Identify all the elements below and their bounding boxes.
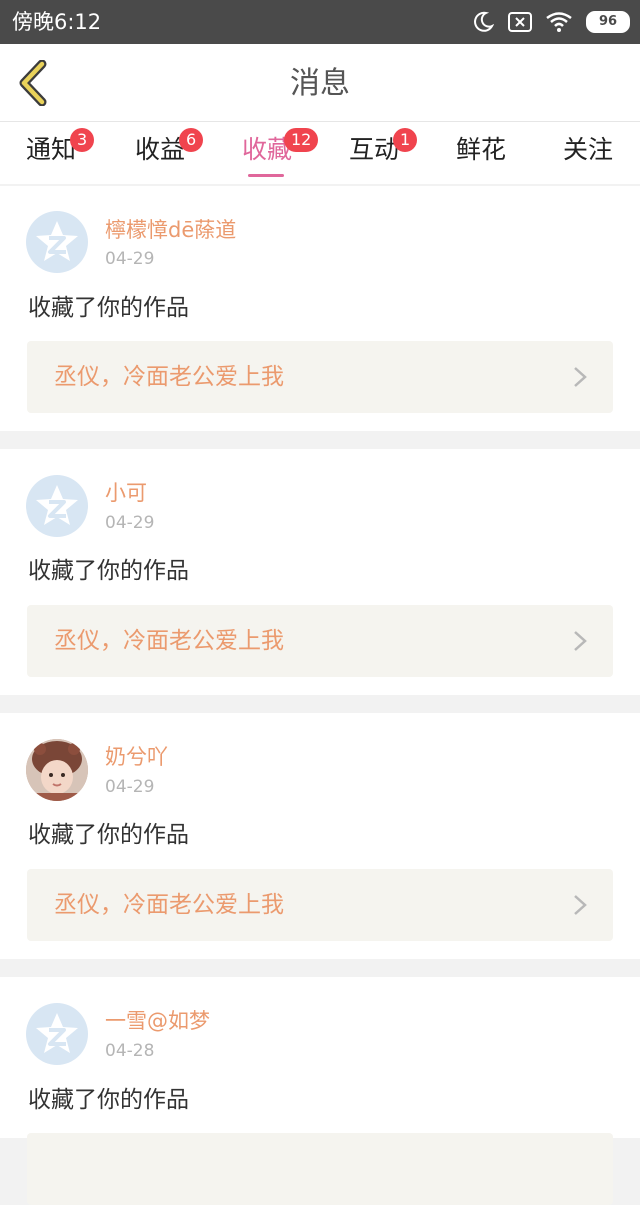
status-time: 傍晚6:12	[12, 10, 102, 34]
default-avatar-icon[interactable]	[26, 1003, 88, 1065]
message-card: 小可 04-29 收藏了你的作品 丞仪，冷面老公爱上我	[0, 449, 640, 695]
tab-active-indicator	[248, 174, 284, 177]
user-name[interactable]: 一雪@如梦	[105, 1008, 210, 1034]
status-icons: 96	[472, 9, 630, 35]
message-text: 收藏了你的作品	[28, 822, 189, 848]
tab-notifications[interactable]: 通知 3	[26, 128, 95, 184]
tab-badge: 6	[179, 128, 204, 152]
tab-label: 互动	[349, 135, 400, 164]
header: 消息	[0, 44, 640, 122]
user-name[interactable]: 小可	[105, 480, 147, 506]
star-avatar-graphic	[36, 221, 78, 261]
message-text: 收藏了你的作品	[28, 295, 189, 321]
message-date: 04-29	[105, 513, 155, 533]
user-name[interactable]: 奶兮吖	[105, 744, 168, 770]
message-date: 04-29	[105, 249, 155, 269]
tab-label: 鲜花	[456, 135, 507, 164]
work-title: 丞仪，冷面老公爱上我	[54, 892, 284, 918]
message-text: 收藏了你的作品	[28, 1087, 189, 1113]
message-date: 04-28	[105, 1041, 155, 1061]
work-link[interactable]: 丞仪，冷面老公爱上我	[27, 605, 613, 677]
battery-icon: 96	[586, 11, 630, 33]
tab-favorites[interactable]: 收藏 12	[242, 128, 319, 184]
chevron-right-icon	[574, 895, 587, 915]
status-bar: 傍晚6:12 96	[0, 0, 640, 44]
chevron-right-icon	[574, 631, 587, 651]
wifi-icon	[546, 12, 572, 32]
tab-label: 通知	[26, 135, 77, 164]
tab-flowers[interactable]: 鲜花	[456, 134, 506, 184]
message-text: 收藏了你的作品	[28, 558, 189, 584]
photo-avatar-graphic	[26, 739, 88, 801]
tab-badge: 12	[284, 128, 319, 152]
work-link[interactable]: 丞仪，冷面老公爱上我	[27, 869, 613, 941]
battery-level: 96	[598, 14, 618, 29]
work-title: 丞仪，冷面老公爱上我	[54, 364, 284, 390]
message-date: 04-29	[105, 777, 155, 797]
message-card: 一雪@如梦 04-28 收藏了你的作品	[0, 977, 640, 1205]
tab-badge: 3	[70, 128, 95, 152]
tab-bar: 通知 3 收益 6 收藏 12 互动 1 鲜花 关注	[0, 122, 640, 184]
page-title: 消息	[290, 66, 350, 101]
star-avatar-graphic	[36, 1013, 78, 1053]
tab-label: 收益	[135, 135, 186, 164]
message-card: 奶兮吖 04-29 收藏了你的作品 丞仪，冷面老公爱上我	[0, 713, 640, 959]
message-card: 檸檬慞dē蒢道 04-29 收藏了你的作品 丞仪，冷面老公爱上我	[0, 186, 640, 431]
work-link[interactable]	[27, 1133, 613, 1205]
tab-label: 关注	[563, 135, 614, 164]
work-link[interactable]: 丞仪，冷面老公爱上我	[27, 341, 613, 413]
chevron-right-icon	[574, 367, 587, 387]
tab-earnings[interactable]: 收益 6	[135, 128, 204, 184]
work-title: 丞仪，冷面老公爱上我	[54, 628, 284, 654]
tab-following[interactable]: 关注	[563, 134, 613, 184]
tab-badge: 1	[393, 128, 418, 152]
default-avatar-icon[interactable]	[26, 475, 88, 537]
user-name[interactable]: 檸檬慞dē蒢道	[105, 217, 236, 243]
star-avatar-graphic	[36, 485, 78, 525]
sim-error-icon	[508, 12, 532, 32]
moon-icon	[474, 11, 494, 32]
default-avatar-icon[interactable]	[26, 211, 88, 273]
tab-interactions[interactable]: 互动 1	[349, 128, 418, 184]
user-photo[interactable]	[26, 739, 88, 801]
